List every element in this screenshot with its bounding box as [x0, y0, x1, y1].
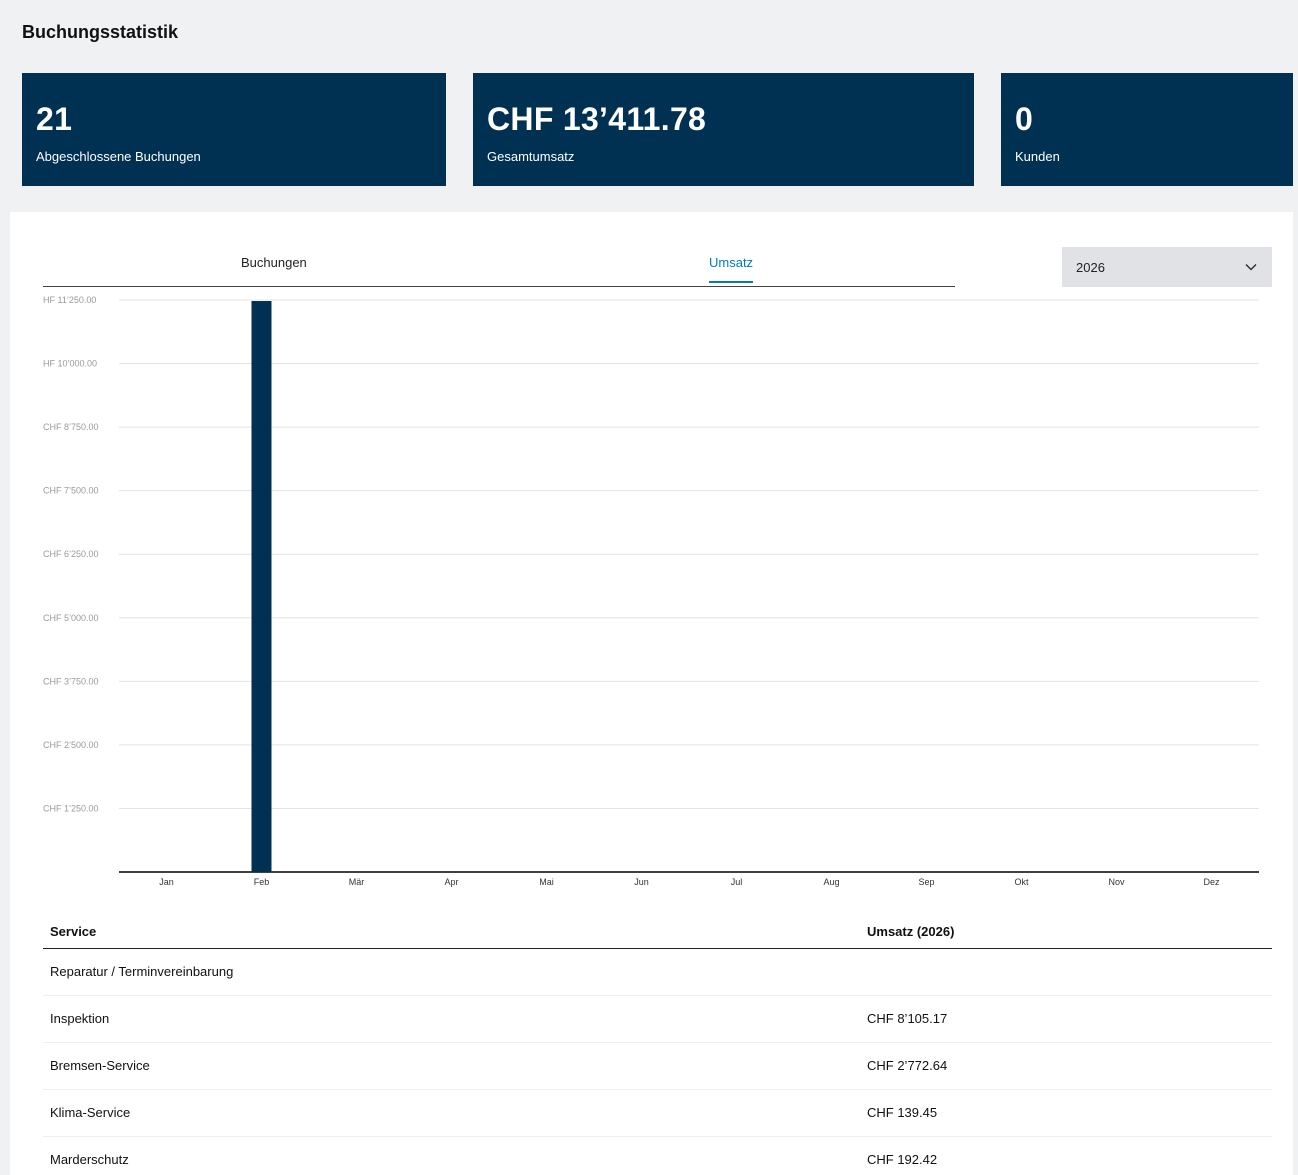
service-revenue: CHF 192.42 — [867, 1152, 938, 1167]
x-tick-label: Okt — [1014, 877, 1029, 887]
y-tick-label: CHF 3’750.00 — [43, 676, 99, 686]
y-tick-label: CHF 5’000.00 — [43, 613, 99, 623]
y-tick-label: CHF 7’500.00 — [43, 486, 99, 496]
service-revenue: CHF 2’772.64 — [867, 1058, 948, 1073]
service-name: Marderschutz — [50, 1152, 129, 1167]
kpi-value: 0 — [1015, 101, 1034, 137]
kpi-label: Gesamtumsatz — [487, 149, 575, 164]
x-tick-label: Feb — [254, 877, 270, 887]
table-row: Reparatur / Terminvereinbarung — [43, 949, 1272, 996]
page-title: Buchungsstatistik — [22, 22, 179, 42]
service-revenue: CHF 139.45 — [867, 1105, 938, 1120]
x-tick-label: Dez — [1203, 877, 1220, 887]
kpi-value: 21 — [36, 101, 73, 137]
x-tick-label: Apr — [444, 877, 458, 887]
x-tick-label: Mai — [539, 877, 554, 887]
tab-umsatz[interactable]: Umsatz — [709, 255, 754, 283]
service-revenue: CHF 8’105.17 — [867, 1011, 948, 1026]
x-tick-label: Jan — [159, 877, 174, 887]
x-tick-label: Aug — [823, 877, 839, 887]
bar-feb[interactable] — [251, 301, 272, 873]
revenue-bar-chart: CHF 1’250.00 CHF 2’500.00 CHF 3’750.00 CHF … — [43, 295, 1259, 887]
y-tick-label: HF 11’250.00 — [43, 295, 96, 305]
year-select-value: 2026 — [1076, 260, 1105, 275]
x-tick-label: Jul — [731, 877, 743, 887]
x-tick-label: Jun — [634, 877, 649, 887]
y-tick-label: CHF 1’250.00 — [43, 803, 99, 813]
year-select[interactable]: 2026 — [1062, 247, 1272, 287]
kpi-label: Abgeschlossene Buchungen — [36, 149, 201, 164]
service-name: Bremsen-Service — [50, 1058, 150, 1073]
kpi-card-customers: 0 Kunden — [1001, 73, 1293, 186]
y-tick-label: CHF 6’250.00 — [43, 549, 99, 559]
service-revenue-table: Service Umsatz (2026) Reparatur / Termin… — [43, 912, 1272, 1175]
y-tick-label: CHF 2’500.00 — [43, 740, 99, 750]
table-row: Klima-Service CHF 139.45 — [43, 1090, 1272, 1137]
statistics-panel: Buchungen Umsatz 2026 CHF 1’250.00 CHF 2’… — [10, 212, 1293, 1175]
table-row: Bremsen-Service CHF 2’772.64 — [43, 1043, 1272, 1090]
service-name: Klima-Service — [50, 1105, 131, 1120]
table-row: Inspektion CHF 8’105.17 — [43, 996, 1272, 1043]
table-header: Service Umsatz (2026) — [43, 912, 1272, 949]
x-tick-label: Sep — [918, 877, 934, 887]
chevron-down-icon — [1245, 264, 1257, 271]
service-name: Inspektion — [50, 1011, 110, 1026]
kpi-card-bookings: 21 Abgeschlossene Buchungen — [22, 73, 446, 186]
tab-bar: Buchungen Umsatz — [43, 242, 955, 287]
kpi-value: CHF 13’411.78 — [487, 101, 707, 137]
column-header-service: Service — [50, 924, 97, 939]
table-row: Marderschutz CHF 192.42 — [43, 1137, 1272, 1175]
column-header-revenue: Umsatz (2026) — [867, 924, 955, 939]
kpi-card-revenue: CHF 13’411.78 Gesamtumsatz — [473, 73, 974, 186]
x-tick-label: Nov — [1108, 877, 1125, 887]
y-tick-label: CHF 8’750.00 — [43, 422, 99, 432]
service-name: Reparatur / Terminvereinbarung — [50, 964, 234, 979]
x-tick-label: Mär — [349, 877, 365, 887]
kpi-label: Kunden — [1015, 149, 1060, 164]
tab-buchungen[interactable]: Buchungen — [241, 255, 307, 281]
y-tick-label: HF 10’000.00 — [43, 359, 97, 369]
